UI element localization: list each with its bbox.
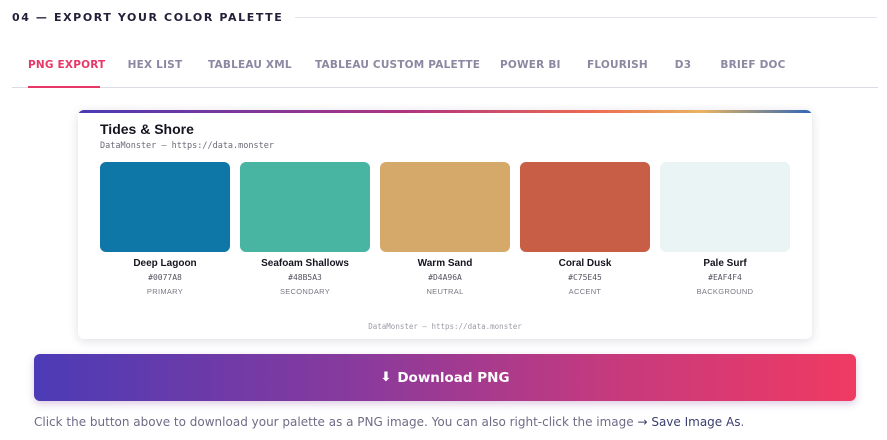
swatch-item: Warm Sand #D4A96A NEUTRAL [380, 162, 510, 296]
swatch-role: BACKGROUND [696, 287, 754, 296]
tab-power-bi[interactable]: POWER BI [500, 50, 560, 87]
download-button-label: Download PNG [397, 369, 510, 386]
swatch-role: ACCENT [568, 287, 602, 296]
card-footer-credit: DataMonster — https://data.monster [368, 322, 522, 331]
tab-hex-list[interactable]: HEX LIST [126, 50, 184, 87]
help-text-body: Click the button above to download your … [34, 415, 638, 429]
tab-tableau-custom-palette[interactable]: TABLEAU CUSTOM PALETTE [315, 50, 480, 87]
swatch-hex: #C75E45 [568, 273, 602, 282]
color-swatch [520, 162, 650, 252]
swatch-name: Pale Surf [703, 258, 747, 269]
swatch-role: PRIMARY [146, 287, 184, 296]
swatch-item: Pale Surf #EAF4F4 BACKGROUND [660, 162, 790, 296]
swatch-role: SECONDARY [279, 287, 331, 296]
tab-png-export[interactable]: PNG EXPORT [28, 50, 105, 88]
color-swatch [240, 162, 370, 252]
card-gradient-bar [78, 110, 812, 113]
tab-brief-doc[interactable]: BRIEF DOC [720, 50, 786, 87]
palette-subtitle: DataMonster — https://data.monster [100, 141, 274, 151]
section-header: 04 — EXPORT YOUR COLOR PALETTE [12, 9, 877, 25]
color-swatch [100, 162, 230, 252]
color-swatch [660, 162, 790, 252]
swatch-item: Coral Dusk #C75E45 ACCENT [520, 162, 650, 296]
download-arrow-icon: ⬇ [380, 370, 392, 385]
swatch-name: Warm Sand [417, 258, 473, 269]
tab-d3[interactable]: D3 [673, 50, 693, 87]
tab-flourish[interactable]: FLOURISH [587, 50, 648, 87]
swatch-item: Deep Lagoon #0077A8 PRIMARY [100, 162, 230, 296]
section-divider [295, 16, 877, 18]
palette-title: Tides & Shore [100, 121, 194, 137]
swatch-name: Coral Dusk [558, 258, 612, 269]
swatch-role: NEUTRAL [426, 287, 464, 296]
swatch-name: Seafoam Shallows [261, 258, 349, 269]
download-png-button[interactable]: ⬇ Download PNG [34, 354, 856, 401]
section-title: 04 — EXPORT YOUR COLOR PALETTE [12, 10, 284, 24]
tab-tableau-xml[interactable]: TABLEAU XML [208, 50, 292, 87]
swatch-hex: #D4A96A [428, 273, 462, 282]
palette-preview-card[interactable]: Tides & Shore DataMonster — https://data… [78, 110, 812, 339]
help-text: Click the button above to download your … [34, 415, 877, 429]
swatch-item: Seafoam Shallows #48B5A3 SECONDARY [240, 162, 370, 296]
swatch-hex: #0077A8 [148, 273, 182, 282]
help-text-end: . [740, 415, 745, 429]
help-text-emphasis: → Save Image As [637, 415, 741, 429]
export-tabs: PNG EXPORT HEX LIST TABLEAU XML TABLEAU … [12, 50, 878, 88]
color-swatch [380, 162, 510, 252]
swatch-name: Deep Lagoon [133, 258, 197, 269]
swatch-hex: #EAF4F4 [708, 273, 742, 282]
swatch-hex: #48B5A3 [288, 273, 322, 282]
